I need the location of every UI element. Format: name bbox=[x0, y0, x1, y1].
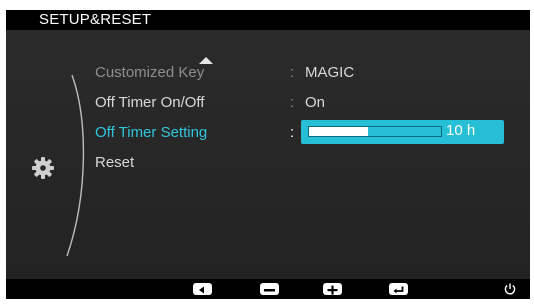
menu-title: SETUP&RESET bbox=[39, 11, 152, 28]
separator: : bbox=[290, 64, 295, 81]
menu-item-label: Customized Key bbox=[95, 64, 205, 81]
power-icon[interactable] bbox=[503, 282, 517, 296]
button-guide-bar bbox=[6, 279, 530, 299]
scroll-up-icon[interactable] bbox=[199, 57, 213, 64]
left-arrow-icon[interactable] bbox=[193, 283, 212, 295]
gear-icon bbox=[32, 157, 54, 179]
enter-icon[interactable] bbox=[389, 283, 408, 295]
plus-icon[interactable] bbox=[323, 283, 342, 295]
separator: : bbox=[290, 124, 295, 141]
timer-setting-selector[interactable]: 10 h bbox=[301, 120, 504, 144]
separator: : bbox=[290, 94, 295, 111]
timer-slider[interactable] bbox=[308, 126, 442, 137]
menu-item-label: Off Timer Setting bbox=[95, 124, 208, 141]
menu-arc-decoration bbox=[66, 74, 85, 257]
menu-item-value: On bbox=[305, 94, 326, 111]
title-bar: SETUP&RESET bbox=[6, 10, 530, 30]
slider-fill bbox=[309, 127, 369, 136]
slider-track bbox=[368, 127, 441, 136]
menu-item-label: Off Timer On/Off bbox=[95, 94, 205, 111]
menu-item-value: MAGIC bbox=[305, 64, 355, 81]
menu-item-label: Reset bbox=[95, 154, 135, 171]
timer-setting-value: 10 h bbox=[446, 122, 476, 139]
minus-icon[interactable] bbox=[260, 283, 279, 295]
osd-menu: SETUP&RESET Customized Key : MAGIC Off T… bbox=[6, 10, 530, 299]
menu-panel: Customized Key : MAGIC Off Timer On/Off … bbox=[6, 30, 530, 279]
